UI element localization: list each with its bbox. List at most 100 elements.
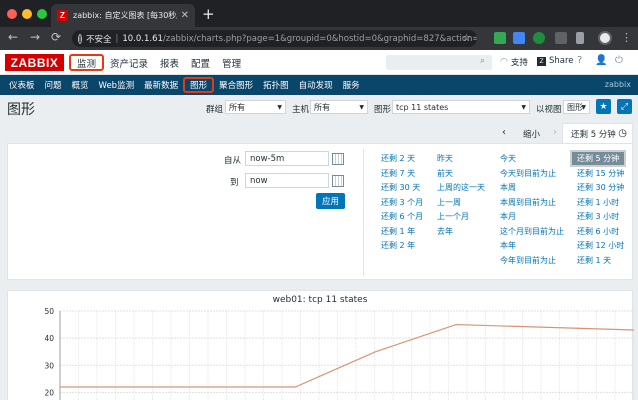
logout-icon[interactable]: ⏻ bbox=[615, 55, 623, 66]
group-select[interactable]: 所有 ▼ bbox=[225, 100, 286, 114]
page-title: 图形 bbox=[7, 102, 35, 118]
zabbix-header: ZABBIX 监测 资产记录 报表 配置 管理 ⌕ ◠ 支持 Z Share ?… bbox=[0, 50, 638, 75]
quick-range-link[interactable]: 上一周 bbox=[437, 197, 461, 208]
chevron-down-icon: ▼ bbox=[359, 103, 364, 111]
quick-range-link[interactable]: 还剩 7 天 bbox=[381, 168, 415, 179]
user-icon[interactable]: 👤 bbox=[595, 55, 607, 66]
quick-range-link[interactable]: 还剩 3 个月 bbox=[381, 197, 423, 208]
from-input[interactable]: now-5m bbox=[245, 151, 329, 166]
browser-menu-icon[interactable]: ⋮ bbox=[621, 31, 632, 44]
next-period-icon[interactable]: › bbox=[553, 127, 557, 138]
main-menu-monitoring[interactable]: 监测 bbox=[69, 54, 105, 71]
submenu-discovery[interactable]: 自动发现 bbox=[294, 77, 338, 93]
info-icon[interactable]: i bbox=[78, 33, 82, 44]
main-menu-inventory[interactable]: 资产记录 bbox=[104, 54, 154, 71]
quick-range-link[interactable]: 本年 bbox=[500, 240, 516, 251]
submenu-screens[interactable]: 聚合图形 bbox=[214, 77, 258, 93]
quick-range-link[interactable]: 这个月到目前为止 bbox=[500, 226, 564, 237]
submenu-latest-data[interactable]: 最新数据 bbox=[139, 77, 183, 93]
help-icon[interactable]: ? bbox=[577, 55, 582, 66]
chevron-down-icon: ▼ bbox=[521, 103, 526, 111]
quick-range-link[interactable]: 前天 bbox=[437, 168, 453, 179]
to-calendar-icon[interactable] bbox=[332, 175, 344, 187]
address-bar[interactable]: i 不安全 | 10.0.1.61 /zabbix/charts.php?pag… bbox=[72, 30, 477, 47]
quick-range-link[interactable]: 本周 bbox=[500, 182, 516, 193]
quick-range-link[interactable]: 还剩 15 分钟 bbox=[577, 168, 624, 179]
quick-range-link[interactable]: 还剩 6 个月 bbox=[381, 211, 423, 222]
header-search-input[interactable] bbox=[386, 55, 492, 70]
browser-tab[interactable]: Z zabbix: 自定义图表 [每30秒刷新 ✕ bbox=[51, 4, 195, 27]
quick-range-link[interactable]: 上一个月 bbox=[437, 211, 469, 222]
submenu-services[interactable]: 服务 bbox=[338, 77, 365, 93]
quick-range-link[interactable]: 昨天 bbox=[437, 153, 453, 164]
back-arrow-icon[interactable]: ← bbox=[8, 30, 18, 44]
tab-title: zabbix: 自定义图表 [每30秒刷新 bbox=[73, 11, 177, 20]
submenu-graphs[interactable]: 图形 bbox=[183, 77, 215, 93]
graph-select[interactable]: tcp 11 states ▼ bbox=[392, 100, 530, 114]
headset-icon: ◠ bbox=[500, 57, 508, 67]
extension-evernote-icon[interactable] bbox=[533, 32, 545, 44]
quick-range-link[interactable]: 还剩 2 天 bbox=[381, 153, 415, 164]
zoom-out-button[interactable]: 缩小 bbox=[523, 128, 540, 140]
quick-range-link[interactable]: 还剩 1 天 bbox=[577, 255, 611, 266]
main-menu-reports[interactable]: 报表 bbox=[154, 54, 185, 71]
quick-range-link[interactable]: 还剩 2 年 bbox=[381, 240, 415, 251]
support-link[interactable]: ◠ 支持 bbox=[500, 56, 528, 68]
search-icon[interactable]: ⌕ bbox=[480, 56, 485, 66]
extension-grid-icon[interactable] bbox=[555, 32, 567, 44]
close-tab-icon[interactable]: ✕ bbox=[181, 10, 189, 21]
quick-range-link[interactable]: 还剩 12 小时 bbox=[577, 240, 624, 251]
submenu-problems[interactable]: 问题 bbox=[40, 77, 67, 93]
time-filter-tab[interactable]: 还剩 5 分钟 ◷ bbox=[562, 123, 633, 143]
quick-range-link[interactable]: 还剩 6 小时 bbox=[577, 226, 619, 237]
submenu-web[interactable]: Web监测 bbox=[94, 77, 140, 93]
reload-icon[interactable]: ⟳ bbox=[51, 30, 61, 44]
quick-range-link[interactable]: 还剩 3 小时 bbox=[577, 211, 619, 222]
bookmark-star-icon[interactable]: ☆ bbox=[462, 33, 471, 44]
quick-range-link[interactable]: 去年 bbox=[437, 226, 453, 237]
profile-avatar[interactable] bbox=[598, 31, 612, 45]
quick-range-link[interactable]: 今天 bbox=[500, 153, 516, 164]
group-label: 群组 bbox=[206, 105, 224, 115]
submenu-overview[interactable]: 概览 bbox=[67, 77, 94, 93]
quick-range-link[interactable]: 今天到目前为止 bbox=[500, 168, 556, 179]
quick-range-link[interactable]: 本月 bbox=[500, 211, 516, 222]
quick-range-link[interactable]: 还剩 30 分钟 bbox=[577, 182, 624, 193]
prev-period-icon[interactable]: ‹ bbox=[502, 127, 506, 138]
browser-toolbar: ← → ⟳ i 不安全 | 10.0.1.61 /zabbix/charts.p… bbox=[0, 27, 638, 50]
submenu-dashboard[interactable]: 仪表板 bbox=[4, 77, 40, 93]
window-maximize-button[interactable] bbox=[37, 9, 47, 19]
forward-arrow-icon[interactable]: → bbox=[30, 30, 40, 44]
from-calendar-icon[interactable] bbox=[332, 153, 344, 165]
sub-menu: 仪表板 问题 概览 Web监测 最新数据 图形 聚合图形 拓扑图 自动发现 服务… bbox=[0, 75, 638, 95]
url-host: 10.0.1.61 bbox=[122, 33, 163, 44]
submenu-maps[interactable]: 拓扑图 bbox=[258, 77, 294, 93]
quick-range-link[interactable]: 本周到目前为止 bbox=[500, 197, 556, 208]
window-close-button[interactable] bbox=[7, 9, 17, 19]
apply-button[interactable]: 应用 bbox=[316, 193, 345, 209]
extension-pin-icon[interactable] bbox=[576, 32, 584, 44]
view-label: 以视图 bbox=[536, 105, 562, 115]
to-label: 到 bbox=[230, 178, 239, 188]
quick-range-link[interactable]: 还剩 1 年 bbox=[381, 226, 415, 237]
host-select[interactable]: 所有 ▼ bbox=[310, 100, 368, 114]
extension-translate-icon[interactable] bbox=[513, 32, 525, 44]
quick-range-link[interactable]: 还剩 5 分钟 bbox=[570, 150, 627, 167]
zabbix-logo[interactable]: ZABBIX bbox=[5, 54, 64, 71]
window-minimize-button[interactable] bbox=[22, 9, 32, 19]
favorite-star-button[interactable]: ★ bbox=[596, 99, 611, 114]
main-menu-configuration[interactable]: 配置 bbox=[185, 54, 216, 71]
quick-range-link[interactable]: 还剩 1 小时 bbox=[577, 197, 619, 208]
main-menu-administration[interactable]: 管理 bbox=[216, 54, 247, 71]
quick-range-link[interactable]: 上周的这一天 bbox=[437, 182, 485, 193]
extension-shield-icon[interactable] bbox=[494, 32, 506, 44]
support-label: 支持 bbox=[510, 58, 528, 68]
view-select[interactable]: 图形 ▼ bbox=[563, 100, 590, 114]
fullscreen-button[interactable]: ⤢ bbox=[617, 99, 632, 114]
quick-range-link[interactable]: 今年到目前为止 bbox=[500, 255, 556, 266]
panel-divider bbox=[363, 149, 364, 276]
share-link[interactable]: Z Share bbox=[537, 56, 574, 66]
to-input[interactable]: now bbox=[245, 173, 329, 188]
quick-range-link[interactable]: 还剩 30 天 bbox=[381, 182, 420, 193]
new-tab-button[interactable]: + bbox=[202, 5, 215, 23]
